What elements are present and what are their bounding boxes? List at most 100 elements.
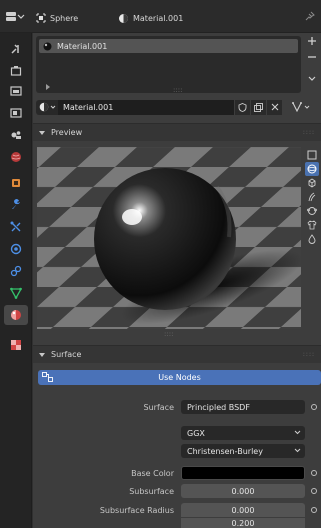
expand-arrow-icon[interactable] (45, 84, 51, 90)
preview-panel-header[interactable]: Preview :::: (33, 123, 321, 141)
subsurface-radius-y-field[interactable]: 0.200 (181, 518, 305, 528)
tab-render[interactable] (4, 61, 28, 81)
subsurface-method-row: Christensen-Burley (33, 443, 321, 459)
tab-object-data[interactable] (4, 283, 28, 303)
material-icon (11, 310, 21, 320)
texture-icon (11, 340, 21, 350)
drag-handle[interactable]: :::: (303, 129, 315, 136)
preview-panel-title: Preview (51, 128, 83, 137)
subsurface-method-dropdown[interactable]: Christensen-Burley (181, 444, 305, 458)
fake-user-button[interactable] (235, 99, 250, 115)
remove-slot-icon[interactable] (307, 52, 317, 62)
browse-material-button[interactable] (36, 99, 58, 115)
pin-icon[interactable] (305, 11, 315, 21)
tab-texture[interactable] (4, 335, 28, 355)
node-tree-icon (42, 372, 53, 382)
tab-object[interactable] (4, 173, 28, 193)
breadcrumb-object-name: Sphere (50, 13, 79, 23)
tab-constraints[interactable] (4, 261, 28, 281)
chevron-down-icon[interactable] (307, 74, 317, 84)
preview-flat-button[interactable] (305, 148, 319, 162)
distribution-dropdown[interactable]: GGX (181, 426, 305, 440)
material-name-field[interactable]: Material.001 (58, 99, 234, 115)
constraints-icon (10, 265, 22, 277)
add-slot-icon[interactable] (307, 36, 317, 46)
physics-icon (10, 243, 22, 255)
use-nodes-button[interactable]: Use Nodes (38, 370, 321, 385)
preview-cube-button[interactable] (305, 176, 319, 190)
drag-handle[interactable]: :::: (303, 351, 315, 358)
properties-tab-strip (0, 33, 32, 528)
subsurface-radius-x-field[interactable]: 0.000 (181, 503, 305, 517)
preview-fluid-button[interactable] (305, 232, 319, 246)
preview-type-selector (305, 148, 319, 246)
tab-tool[interactable] (4, 39, 28, 59)
mesh-object-icon (36, 13, 46, 23)
material-properties-panel: Material.001 :::: Material.001 Preview:… (33, 33, 321, 528)
tab-output[interactable] (4, 81, 28, 101)
fluid-icon (308, 234, 316, 244)
chevron-down-icon (50, 105, 55, 109)
subsurface-value: 0.000 (231, 486, 255, 496)
breadcrumb-object: Sphere (36, 12, 78, 24)
unlink-material-button[interactable] (267, 99, 282, 115)
subsurface-radius-y-value: 0.200 (231, 518, 255, 528)
subsurface-radius-label: Subsurface Radius (99, 505, 174, 515)
tab-modifiers[interactable] (4, 195, 28, 215)
surface-shader-selector[interactable]: Principled BSDF (181, 400, 305, 414)
collapse-arrow-icon (39, 130, 45, 135)
tab-scene[interactable] (4, 125, 28, 145)
modifier-icon (12, 199, 20, 209)
use-nodes-label: Use Nodes (158, 373, 201, 382)
preview-hair-button[interactable] (305, 190, 319, 204)
chevron-down-icon (304, 105, 310, 109)
tab-material[interactable] (4, 305, 28, 325)
surface-panel-header[interactable]: Surface :::: (33, 345, 321, 363)
collapse-arrow-icon (39, 352, 45, 357)
material-preview (37, 147, 301, 329)
tab-view-layer[interactable] (4, 103, 28, 123)
hair-icon (308, 192, 316, 202)
tab-physics[interactable] (4, 239, 28, 259)
subsurface-label: Subsurface (129, 486, 174, 496)
preview-resize-grip[interactable]: :::: (164, 330, 173, 338)
close-icon (271, 103, 278, 111)
preview-sphere-button[interactable] (305, 162, 319, 176)
output-icon (10, 86, 22, 96)
keyframe-dot-icon[interactable] (311, 470, 317, 476)
scene-icon (11, 131, 21, 139)
resize-grip[interactable]: :::: (173, 86, 182, 94)
slot-list-controls (305, 36, 319, 84)
surface-shader-label: Surface (143, 402, 174, 412)
duplicate-material-button[interactable] (251, 99, 266, 115)
sphere-icon (307, 164, 317, 174)
subsurface-radius-row: Subsurface Radius 0.000 (33, 502, 321, 518)
base-color-label: Base Color (131, 468, 174, 478)
tab-world[interactable] (4, 147, 28, 167)
material-sphere-icon (43, 42, 52, 50)
cube-icon (308, 178, 316, 188)
preview-monkey-button[interactable] (305, 204, 319, 218)
plane-icon (307, 150, 317, 160)
base-color-swatch[interactable] (181, 466, 305, 480)
preview-cloth-button[interactable] (305, 218, 319, 232)
tab-particles[interactable] (4, 217, 28, 237)
subsurface-method-value: Christensen-Burley (187, 446, 263, 456)
shield-icon (238, 102, 247, 112)
list-item[interactable]: Material.001 (39, 39, 298, 53)
subsurface-field[interactable]: 0.000 (181, 484, 305, 498)
base-color-row: Base Color (33, 465, 321, 481)
keyframe-dot-icon[interactable] (311, 507, 317, 513)
particles-icon (10, 221, 21, 232)
keyframe-dot-icon[interactable] (311, 488, 317, 494)
preview-render (37, 147, 301, 329)
keyframe-dot-icon[interactable] (311, 404, 317, 410)
link-selector[interactable] (292, 102, 310, 112)
slot-material-name: Material.001 (57, 41, 108, 51)
distribution-row: GGX (33, 425, 321, 441)
material-slot-list: Material.001 :::: (36, 36, 301, 94)
editor-type-icon[interactable] (5, 11, 25, 23)
world-icon (11, 152, 21, 162)
distribution-value: GGX (187, 428, 205, 438)
cloth-icon (307, 220, 317, 230)
